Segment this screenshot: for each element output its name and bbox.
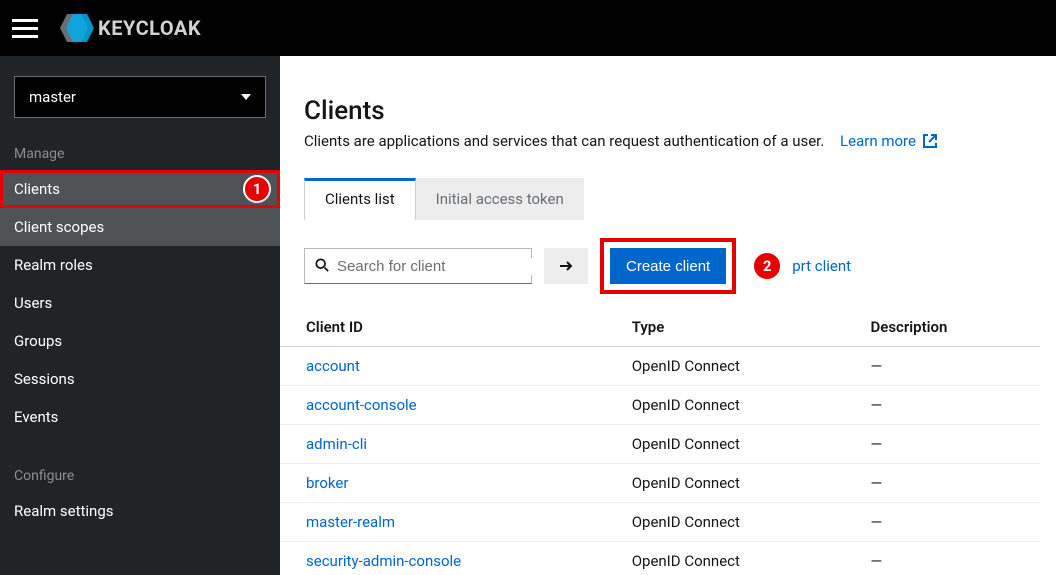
- sidebar-item-label: Events: [14, 408, 58, 426]
- client-type: OpenID Connect: [616, 386, 855, 425]
- page-title: Clients: [304, 96, 1032, 126]
- sidebar-section-configure: Configure: [0, 458, 280, 492]
- learn-more-link[interactable]: Learn more: [840, 132, 938, 150]
- client-type: OpenID Connect: [616, 464, 855, 503]
- sidebar-item-sessions[interactable]: Sessions: [0, 360, 280, 398]
- search-go-button[interactable]: [544, 248, 588, 284]
- client-description: —: [855, 542, 1041, 575]
- sidebar-item-label: Realm roles: [14, 256, 93, 274]
- sidebar-item-client-scopes[interactable]: Client scopes: [0, 208, 280, 246]
- client-id-link[interactable]: admin-cli: [306, 435, 367, 453]
- client-id-link[interactable]: security-admin-console: [306, 552, 461, 570]
- hamburger-menu-icon[interactable]: [12, 12, 44, 44]
- sidebar-item-label: Realm settings: [14, 502, 114, 520]
- external-link-icon: [922, 133, 938, 149]
- realm-selected-value: master: [29, 88, 76, 106]
- main-content: Clients Clients are applications and ser…: [280, 56, 1056, 575]
- topbar: KEYCLOAK: [0, 0, 1056, 56]
- search-input[interactable]: [337, 258, 536, 275]
- table-row: broker OpenID Connect—: [280, 464, 1040, 503]
- client-description: —: [855, 425, 1041, 464]
- page-subtitle: Clients are applications and services th…: [304, 132, 1032, 150]
- sidebar-item-realm-roles[interactable]: Realm roles: [0, 246, 280, 284]
- client-id-link[interactable]: master-realm: [306, 513, 395, 531]
- search-input-wrap[interactable]: [304, 248, 532, 284]
- table-row: account-console OpenID Connect—: [280, 386, 1040, 425]
- sidebar-item-label: Clients: [14, 180, 60, 198]
- th-description[interactable]: Description: [855, 308, 1041, 347]
- import-client-link[interactable]: prt client: [792, 257, 851, 275]
- sidebar: master Manage Clients 1 Client scopes Re…: [0, 56, 280, 575]
- sidebar-item-realm-settings[interactable]: Realm settings: [0, 492, 280, 530]
- th-type[interactable]: Type: [616, 308, 855, 347]
- tab-clients-list[interactable]: Clients list: [304, 178, 416, 220]
- table-row: security-admin-console OpenID Connect—: [280, 542, 1040, 575]
- table-row: account OpenID Connect—: [280, 347, 1040, 386]
- create-client-button[interactable]: Create client: [610, 248, 726, 284]
- sidebar-item-label: Groups: [14, 332, 62, 350]
- tab-initial-access-token[interactable]: Initial access token: [416, 178, 584, 220]
- toolbar: Create client 2 prt client: [280, 220, 1056, 308]
- logo[interactable]: KEYCLOAK: [60, 14, 201, 42]
- sidebar-section-manage: Manage: [0, 136, 280, 170]
- client-description: —: [855, 464, 1041, 503]
- sidebar-item-events[interactable]: Events: [0, 398, 280, 436]
- client-type: OpenID Connect: [616, 503, 855, 542]
- sidebar-item-label: Users: [14, 294, 52, 312]
- table-row: admin-cli OpenID Connect—: [280, 425, 1040, 464]
- client-type: OpenID Connect: [616, 347, 855, 386]
- sidebar-item-label: Client scopes: [14, 218, 104, 236]
- sidebar-item-label: Sessions: [14, 370, 75, 388]
- client-id-link[interactable]: account-console: [306, 396, 417, 414]
- callout-badge-2: 2: [752, 251, 782, 281]
- callout-badge-1: 1: [243, 175, 271, 203]
- callout-highlight-create: Create client: [600, 238, 736, 294]
- logo-text: KEYCLOAK: [98, 16, 201, 40]
- clients-table: Client ID Type Description account OpenID…: [280, 308, 1040, 575]
- client-type: OpenID Connect: [616, 425, 855, 464]
- client-id-link[interactable]: account: [306, 357, 360, 375]
- client-description: —: [855, 386, 1041, 425]
- client-description: —: [855, 347, 1041, 386]
- sidebar-item-clients[interactable]: Clients 1: [0, 170, 280, 208]
- th-client-id[interactable]: Client ID: [280, 308, 616, 347]
- search-icon: [315, 257, 329, 276]
- table-row: master-realm OpenID Connect—: [280, 503, 1040, 542]
- client-description: —: [855, 503, 1041, 542]
- tabs: Clients list Initial access token: [280, 178, 1056, 220]
- client-type: OpenID Connect: [616, 542, 855, 575]
- chevron-down-icon: [241, 94, 251, 100]
- sidebar-item-groups[interactable]: Groups: [0, 322, 280, 360]
- client-id-link[interactable]: broker: [306, 474, 348, 492]
- sidebar-item-users[interactable]: Users: [0, 284, 280, 322]
- realm-selector[interactable]: master: [14, 76, 266, 118]
- keycloak-logo-icon: [60, 14, 94, 42]
